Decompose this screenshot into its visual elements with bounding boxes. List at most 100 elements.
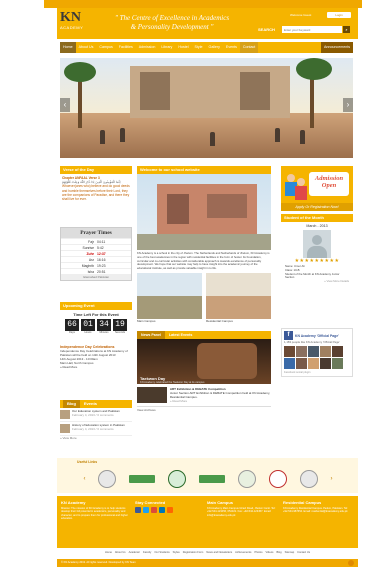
slider-next-icon[interactable]: ›: [343, 98, 353, 112]
seconds-value: 19: [113, 319, 127, 331]
list-item[interactable]: ART Exhibition & DEBATE Competition Juni…: [137, 384, 271, 406]
twitter-icon[interactable]: [143, 507, 149, 513]
news-slide[interactable]: Taekwon Day KN Academy celebrated the Ta…: [137, 339, 271, 384]
chevron-right-icon[interactable]: ›: [330, 476, 332, 482]
search-input[interactable]: [282, 26, 342, 33]
avatar: [303, 230, 331, 258]
minutes-unit: Minutes: [99, 331, 109, 334]
news-text: ART Exhibition & DEBATE Competition Juni…: [170, 387, 271, 403]
tab-events[interactable]: Events: [80, 400, 101, 408]
footer-link[interactable]: Academic: [129, 551, 140, 554]
fb-face[interactable]: [320, 346, 331, 357]
footer-link[interactable]: Achievements: [235, 551, 251, 554]
nav-facilities[interactable]: Facilities: [116, 42, 136, 53]
minutes-value: 34: [97, 319, 111, 331]
news-read-more[interactable]: » Read More: [170, 399, 271, 403]
google-plus-icon[interactable]: [151, 507, 157, 513]
fb-face[interactable]: [332, 346, 343, 357]
seconds-unit: Seconds: [114, 331, 126, 334]
linkedin-icon[interactable]: [159, 507, 165, 513]
student-more-link[interactable]: » View More Details: [285, 279, 349, 284]
footer-link[interactable]: Styles: [173, 551, 180, 554]
facebook-icon[interactable]: f: [284, 331, 293, 340]
partner-logos: ‹ ›: [77, 468, 339, 490]
apply-now-link[interactable]: Apply Or Registration Now!: [281, 203, 353, 211]
list-item[interactable]: Our Education system and Pakistan Februar…: [60, 408, 132, 422]
login-button[interactable]: Login: [327, 12, 351, 18]
partner-badge-logo[interactable]: [198, 475, 225, 483]
fb-face[interactable]: [296, 358, 307, 369]
event-text: Independence Day Celebrations at KN Acad…: [60, 349, 128, 357]
partner-emblem-logo[interactable]: [168, 470, 187, 488]
nav-contact[interactable]: Contact: [239, 42, 259, 53]
fb-page-title[interactable]: KN Academy 'Official Page': [295, 334, 339, 338]
partner-ring-logo[interactable]: [268, 470, 287, 488]
footer-col-social: Stay Connected: [135, 500, 205, 513]
view-archives-link[interactable]: View Archives: [137, 406, 271, 412]
nav-about[interactable]: About Us: [76, 42, 97, 53]
nav-announcements[interactable]: Announcements: [321, 42, 353, 53]
search-icon[interactable]: ⌕: [343, 26, 350, 33]
footer-link[interactable]: Contact Us: [297, 551, 310, 554]
footer-link[interactable]: Faculty: [143, 551, 151, 554]
nav-home[interactable]: Home: [60, 42, 76, 53]
slide-person: [300, 130, 305, 144]
nav-events[interactable]: Events: [223, 42, 240, 53]
fb-face[interactable]: [284, 358, 295, 369]
rss-icon[interactable]: [167, 507, 173, 513]
footer-link[interactable]: Sitemap: [285, 551, 295, 554]
nav-hostel[interactable]: Hostel: [175, 42, 191, 53]
fb-header: f KN Academy 'Official Page': [284, 331, 350, 340]
nav-campus[interactable]: Campus: [96, 42, 115, 53]
partner-crest-logo[interactable]: [237, 470, 256, 488]
footer-link[interactable]: Photos: [254, 551, 262, 554]
footer-link[interactable]: News and Newsletters: [206, 551, 232, 554]
footer-link[interactable]: Our Students: [154, 551, 169, 554]
building-window: [167, 194, 189, 224]
footer-link[interactable]: Home: [105, 551, 112, 554]
nav-style[interactable]: Style: [192, 42, 206, 53]
admission-banner[interactable]: Admission Open Apply Or Registration Now…: [281, 166, 353, 211]
nav-gallery[interactable]: Gallery: [206, 42, 223, 53]
partner-seal-logo[interactable]: [98, 470, 117, 488]
campus-thumb-residential[interactable]: Residential Campus: [206, 272, 271, 323]
footer-link[interactable]: About Us: [115, 551, 126, 554]
list-item[interactable]: History of Education system in Pakistan F…: [60, 422, 132, 436]
tab-latest-events[interactable]: Latest Events: [165, 331, 196, 339]
blog-view-more[interactable]: » View More: [60, 436, 132, 440]
fb-face[interactable]: [296, 346, 307, 357]
footer-heading: Main Campus: [207, 500, 234, 505]
partner-seal-logo[interactable]: [299, 470, 318, 488]
footer-text: KN Academy Residential Campus Jhelum, Pa…: [283, 507, 348, 514]
copyright-bar: © KN Academy 2013. All rights reserved. …: [57, 559, 358, 567]
fb-face[interactable]: [308, 358, 319, 369]
chevron-left-icon[interactable]: ‹: [83, 476, 85, 482]
site-logo[interactable]: KN ACADEMY: [60, 11, 90, 35]
event-countdown: Upcoming Event Time Left For this Event …: [60, 302, 132, 334]
footer-link[interactable]: Blog: [276, 551, 281, 554]
event-read-more[interactable]: » Read More: [60, 365, 132, 369]
footer-link[interactable]: Videos: [266, 551, 274, 554]
tab-blog[interactable]: Blog: [63, 400, 80, 408]
prayer-name: Isha: [87, 270, 94, 274]
slide-person: [120, 128, 125, 142]
blog-box: Blog Events Our Education system and Pak…: [60, 400, 132, 440]
tab-news-panel[interactable]: News Panel: [137, 331, 165, 339]
back-to-top-icon[interactable]: [348, 560, 354, 566]
nav-library[interactable]: Library: [158, 42, 175, 53]
nav-admission[interactable]: Admission: [136, 42, 159, 53]
fb-face[interactable]: [284, 346, 295, 357]
fb-face[interactable]: [308, 346, 319, 357]
footer-link[interactable]: Registration Form: [183, 551, 204, 554]
fb-face[interactable]: [320, 358, 331, 369]
footer-heading: Residential Campus: [283, 500, 322, 505]
countdown-title: Upcoming Event: [60, 302, 132, 310]
hero-slider[interactable]: ‹ ›: [60, 58, 353, 158]
partner-badge-logo[interactable]: [129, 475, 156, 483]
slider-prev-icon[interactable]: ‹: [60, 98, 70, 112]
social-icons: [135, 507, 205, 513]
footer-col-about: KN Academy Mission: The mission of KN Ac…: [61, 500, 131, 521]
facebook-icon[interactable]: [135, 507, 141, 513]
fb-face[interactable]: [332, 358, 343, 369]
campus-thumb-main[interactable]: Main Campus: [137, 272, 202, 323]
